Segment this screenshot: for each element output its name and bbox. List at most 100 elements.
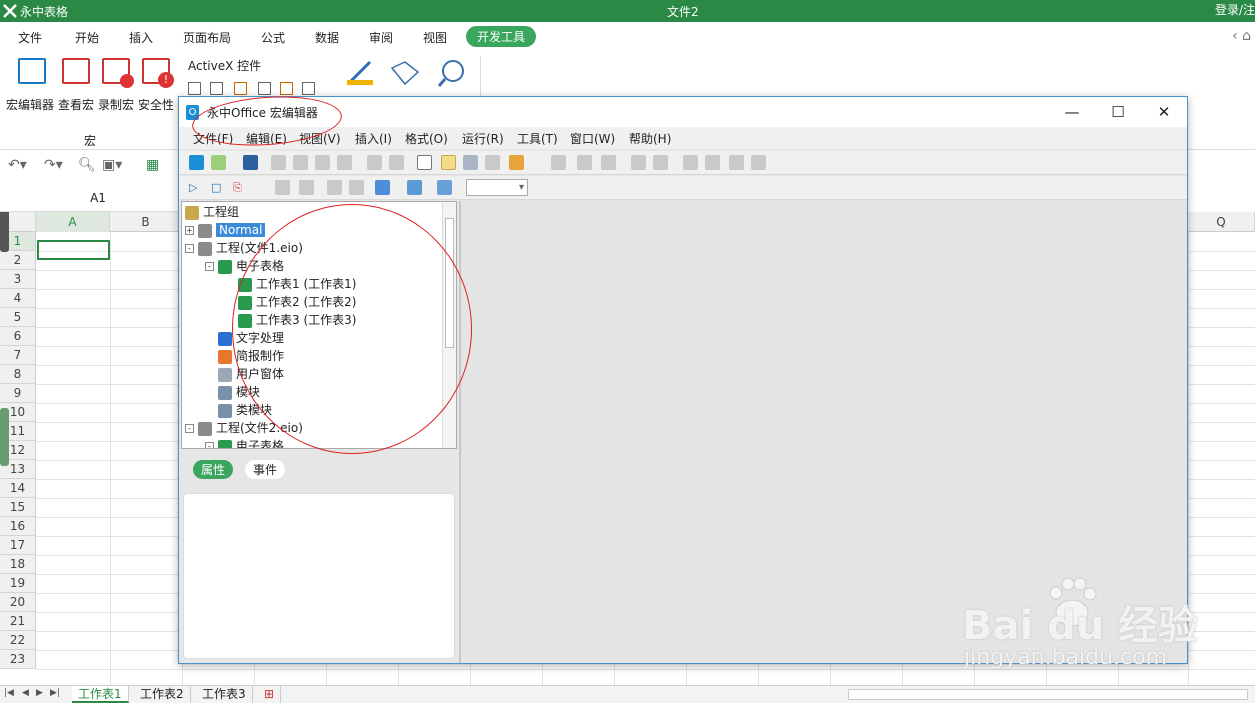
outdent-icon[interactable] — [601, 155, 616, 170]
me-menu-help[interactable]: 帮助(H) — [629, 130, 671, 147]
insert-userform-icon[interactable] — [211, 155, 226, 170]
menu-file[interactable]: 文件 — [18, 28, 42, 47]
toggle-breakpoint-icon[interactable] — [683, 155, 698, 170]
collapse-icon[interactable]: - — [205, 262, 214, 271]
row-header[interactable]: 16 — [0, 517, 36, 536]
send-back-icon[interactable] — [299, 180, 314, 195]
tree-node[interactable]: 工作表2 (工作表2) — [225, 293, 356, 311]
row-header[interactable]: 15 — [0, 498, 36, 517]
row-header[interactable]: 8 — [0, 365, 36, 384]
menu-page-layout[interactable]: 页面布局 — [183, 28, 231, 47]
collapse-icon[interactable]: - — [185, 244, 194, 253]
me-menu-insert[interactable]: 插入(I) — [355, 130, 392, 147]
add-sheet-icon[interactable]: ⊞ — [258, 686, 282, 703]
row-header[interactable]: 18 — [0, 555, 36, 574]
last-sheet-icon[interactable]: ▶| — [50, 688, 60, 698]
login-link[interactable]: 登录/注 — [1215, 1, 1255, 18]
me-menu-view[interactable]: 视图(V) — [299, 130, 341, 147]
column-header-a[interactable]: A — [36, 212, 110, 232]
tree-scrollbar[interactable] — [442, 202, 456, 448]
bring-front-icon[interactable] — [275, 180, 290, 195]
macro-editor-titlebar[interactable]: O 永中Office 宏编辑器 — ☐ ✕ — [179, 97, 1187, 127]
me-undo-icon[interactable] — [367, 155, 382, 170]
sheet-tab-1[interactable]: 工作表1 — [72, 686, 129, 703]
control-properties-icon[interactable] — [389, 58, 421, 88]
sheet-tab-3[interactable]: 工作表3 — [196, 686, 253, 703]
expand-icon[interactable]: + — [185, 226, 194, 235]
tree-node[interactable]: 模块 — [205, 383, 260, 401]
redo-icon[interactable]: ↷▾ — [44, 157, 63, 173]
tree-node[interactable]: 简报制作 — [205, 347, 284, 365]
size-icon[interactable] — [437, 180, 452, 195]
copy-icon[interactable] — [293, 155, 308, 170]
row-header[interactable]: 7 — [0, 346, 36, 365]
activex-spinner-icon[interactable] — [302, 82, 315, 95]
view-code-icon[interactable] — [436, 58, 468, 88]
menu-insert[interactable]: 插入 — [129, 28, 153, 47]
center-icon[interactable] — [407, 180, 422, 195]
me-menu-tools[interactable]: 工具(T) — [517, 130, 558, 147]
zoom-combobox[interactable]: ▾ — [466, 179, 528, 196]
row-header[interactable]: 22 — [0, 631, 36, 650]
row-header[interactable]: 17 — [0, 536, 36, 555]
row-header[interactable]: 5 — [0, 308, 36, 327]
row-header[interactable]: 4 — [0, 289, 36, 308]
column-header-b[interactable]: B — [110, 212, 182, 232]
menu-data[interactable]: 数据 — [315, 28, 339, 47]
tree-node[interactable]: - 电子表格 — [205, 437, 284, 448]
indent-icon[interactable] — [577, 155, 592, 170]
tree-node[interactable]: 工作表1 (工作表1) — [225, 275, 356, 293]
me-menu-run[interactable]: 运行(R) — [462, 130, 504, 147]
menu-review[interactable]: 审阅 — [369, 28, 393, 47]
activex-textbox-icon[interactable] — [280, 82, 293, 95]
me-menu-edit[interactable]: 编辑(E) — [246, 130, 287, 147]
bookmark-icon[interactable] — [705, 155, 720, 170]
tree-node[interactable]: + Normal — [185, 221, 266, 239]
macro-editor-button[interactable] — [12, 58, 52, 84]
row-header[interactable]: 9 — [0, 384, 36, 403]
group-icon[interactable] — [327, 180, 342, 195]
save-macro-icon[interactable] — [243, 155, 258, 170]
me-menu-window[interactable]: 窗口(W) — [570, 130, 615, 147]
spreadsheet-quick-icon[interactable]: ▦ — [146, 157, 159, 173]
next-sheet-icon[interactable]: ▶ — [36, 688, 43, 698]
palette-icon[interactable] — [509, 155, 524, 170]
close-button[interactable]: ✕ — [1149, 102, 1179, 122]
tree-scrollbar-thumb[interactable] — [445, 218, 454, 348]
align-icon[interactable] — [375, 180, 390, 195]
tree-node[interactable]: 工作表3 (工作表3) — [225, 311, 356, 329]
name-box[interactable]: A1 — [12, 191, 184, 205]
menu-view[interactable]: 视图 — [423, 28, 447, 47]
view-macros-button[interactable] — [56, 58, 96, 84]
run-macro-icon[interactable]: ▷ — [189, 180, 204, 195]
project-explorer-icon[interactable] — [417, 155, 432, 170]
tree-node[interactable]: - 电子表格 — [205, 257, 284, 275]
save-icon[interactable]: ▣▾ — [102, 157, 122, 173]
tree-node[interactable]: 类模块 — [205, 401, 272, 419]
me-menu-format[interactable]: 格式(O) — [405, 130, 448, 147]
properties-pane[interactable] — [183, 493, 455, 659]
object-browser-icon[interactable] — [463, 155, 478, 170]
maximize-button[interactable]: ☐ — [1103, 102, 1133, 122]
row-header[interactable]: 23 — [0, 650, 36, 669]
activex-button-control-icon[interactable] — [188, 82, 201, 95]
properties-window-icon[interactable] — [441, 155, 456, 170]
macro-security-button[interactable]: ! — [136, 58, 176, 88]
tree-node[interactable]: 工程组 — [185, 203, 239, 221]
next-bookmark-icon[interactable] — [729, 155, 744, 170]
office-view-icon[interactable] — [189, 155, 204, 170]
paste-icon[interactable] — [315, 155, 330, 170]
record-macro-button[interactable] — [96, 58, 136, 88]
tab-events[interactable]: 事件 — [245, 460, 286, 479]
tree-node[interactable]: 用户窗体 — [205, 365, 284, 383]
me-menu-file[interactable]: 文件(F) — [193, 130, 233, 147]
find-icon[interactable] — [337, 155, 352, 170]
design-mode-icon[interactable] — [344, 58, 376, 88]
prev-sheet-icon[interactable]: ◀ — [22, 688, 29, 698]
row-header[interactable]: 21 — [0, 612, 36, 631]
row-header[interactable]: 2 — [0, 251, 36, 270]
ribbon-nav-arrows[interactable]: ‹ ⌂ — [1232, 28, 1251, 44]
cut-icon[interactable] — [271, 155, 286, 170]
stop-macro-icon[interactable]: □ — [211, 180, 226, 195]
tree-node[interactable]: 文字处理 — [205, 329, 284, 347]
